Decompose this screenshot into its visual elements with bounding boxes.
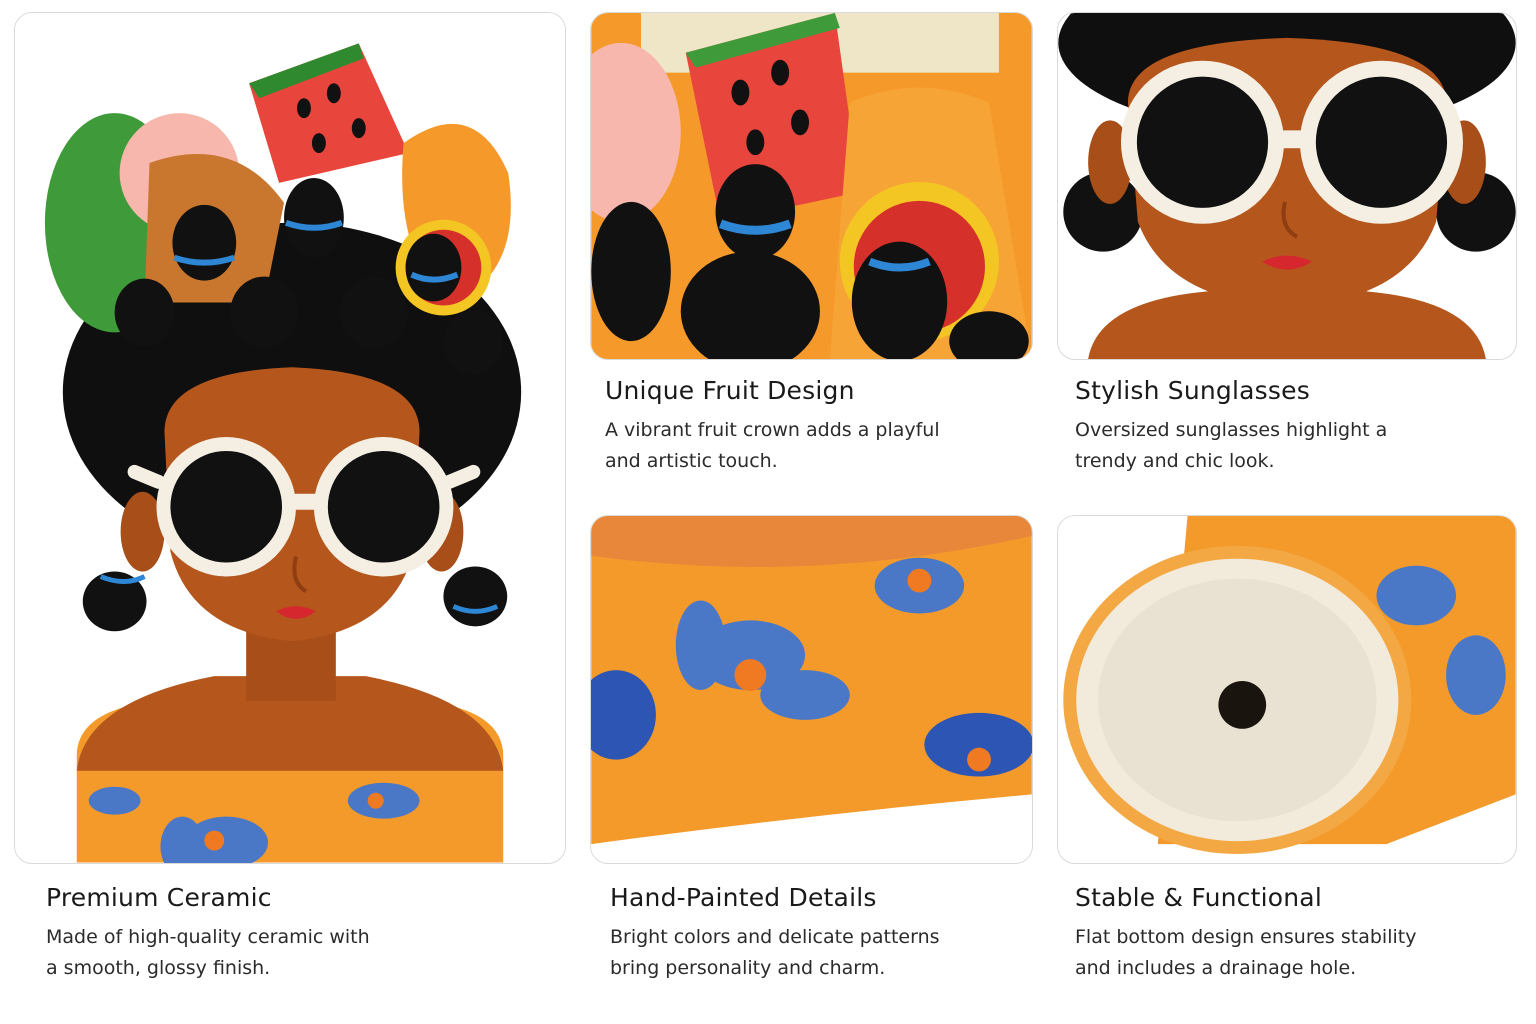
feature-hand-painted: Hand-Painted Details Bright colors and d… [610, 883, 1050, 984]
feature-description: Bright colors and delicate patterns brin… [610, 926, 940, 979]
feature-description: Flat bottom design ensures stability and… [1075, 926, 1417, 979]
feature-title: Premium Ceramic [46, 883, 272, 912]
feature-title: Unique Fruit Design [605, 376, 855, 405]
product-photo-hand-painted [590, 515, 1033, 864]
sunglasses-photo [1058, 13, 1516, 359]
feature-description: Made of high-quality ceramic with a smoo… [46, 926, 370, 979]
feature-description: Oversized sunglasses highlight a trendy … [1075, 419, 1388, 472]
feature-sunglasses: Stylish Sunglasses Oversized sunglasses … [1075, 376, 1515, 477]
feature-premium-ceramic: Premium Ceramic Made of high-quality cer… [46, 883, 486, 984]
feature-stable-functional: Stable & Functional Flat bottom design e… [1075, 883, 1515, 984]
product-photo-bottom [1057, 515, 1517, 864]
fruit-crown-photo [591, 13, 1032, 359]
feature-title: Stylish Sunglasses [1075, 376, 1310, 405]
feature-title: Hand-Painted Details [610, 883, 877, 912]
feature-title: Stable & Functional [1075, 883, 1322, 912]
product-photo-fruit-crown [590, 12, 1033, 360]
painted-pattern-photo [591, 516, 1032, 863]
product-photo-sunglasses [1057, 12, 1517, 360]
ceramic-planter-photo [15, 13, 565, 863]
planter-bottom-photo [1058, 516, 1516, 863]
feature-fruit-design: Unique Fruit Design A vibrant fruit crow… [605, 376, 1045, 477]
feature-description: A vibrant fruit crown adds a playful and… [605, 419, 940, 472]
product-photo-main [14, 12, 566, 864]
